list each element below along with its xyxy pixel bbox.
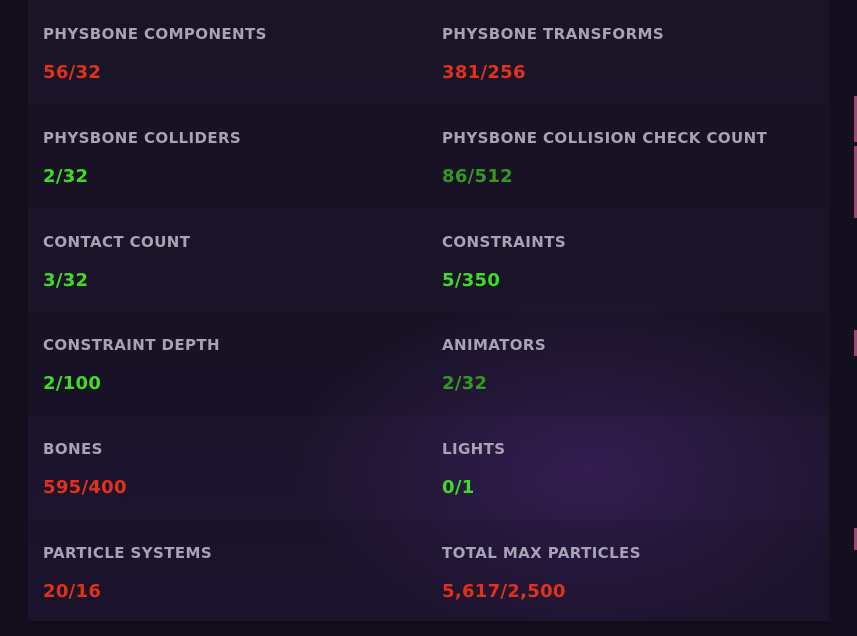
stats-row [28, 312, 829, 416]
stats-row [28, 208, 829, 312]
stat-value: 5/350 [442, 270, 501, 291]
stat-value: 595/400 [43, 477, 127, 498]
stat-value: 56/32 [43, 62, 102, 83]
stat-label: PHYSBONE COMPONENTS [43, 25, 267, 43]
stat-value: 3/32 [43, 270, 89, 291]
stat-label: ANIMATORS [442, 336, 547, 354]
right-edge-strip [829, 0, 857, 636]
stat-label: CONSTRAINT DEPTH [43, 336, 220, 354]
stat-label: PHYSBONE COLLIDERS [43, 129, 242, 147]
stat-label: LIGHTS [442, 440, 506, 458]
stat-value: 381/256 [442, 62, 526, 83]
stat-value: 2/100 [43, 373, 102, 394]
stat-label: BONES [43, 440, 103, 458]
stat-label: PHYSBONE COLLISION CHECK COUNT [442, 129, 768, 147]
stats-row [28, 104, 829, 208]
stat-label: PHYSBONE TRANSFORMS [442, 25, 665, 43]
stat-value: 86/512 [442, 166, 513, 187]
stat-value: 5,617/2,500 [442, 581, 566, 602]
stat-label: PARTICLE SYSTEMS [43, 544, 213, 562]
stat-value: 2/32 [442, 373, 488, 394]
stat-label: TOTAL MAX PARTICLES [442, 544, 641, 562]
stats-row [28, 520, 829, 624]
stat-value: 2/32 [43, 166, 89, 187]
stat-value: 0/1 [442, 477, 475, 498]
stat-value: 20/16 [43, 581, 102, 602]
stat-label: CONTACT COUNT [43, 233, 191, 251]
stat-label: CONSTRAINTS [442, 233, 567, 251]
stats-row [28, 416, 829, 520]
stats-row [28, 0, 829, 104]
